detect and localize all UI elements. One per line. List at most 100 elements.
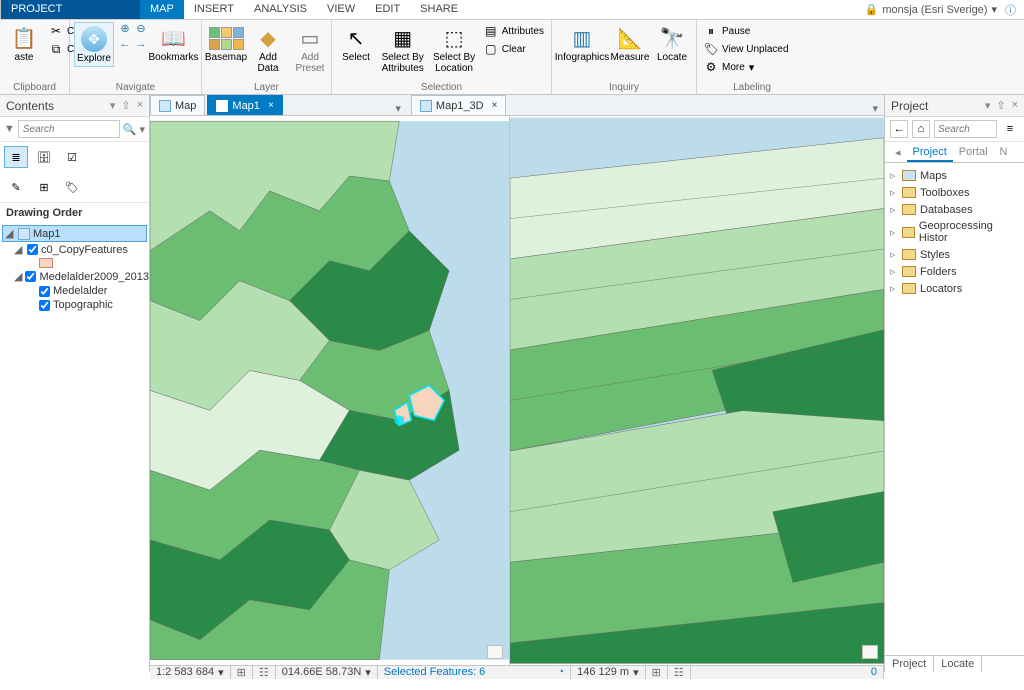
list-by-source-icon[interactable]: 🗄 <box>32 146 56 168</box>
project-search-input[interactable] <box>934 120 997 138</box>
scale-cell[interactable]: 1:2 583 684 ▾ <box>150 666 231 679</box>
tree-sublayer-node[interactable]: Topographic <box>2 298 147 312</box>
collapse-icon[interactable]: ◢ <box>5 227 15 240</box>
chevron-down-icon[interactable]: ▾ <box>139 123 145 136</box>
map-2d-view[interactable] <box>150 116 510 665</box>
tree-layer-node[interactable]: ◢ c0_CopyFeatures <box>2 242 147 257</box>
chevron-down-icon[interactable]: ▾ <box>365 666 371 679</box>
project-item-toolboxes[interactable]: ▹Toolboxes <box>887 184 1022 201</box>
tab-scroll-left[interactable]: ◂ <box>889 144 907 162</box>
snap-button-3d[interactable]: ⊞ <box>646 666 668 679</box>
search-icon[interactable]: 🔍 <box>123 123 137 136</box>
tree-symbol-row[interactable] <box>2 257 147 269</box>
chevron-down-icon[interactable]: ▾ <box>218 666 224 679</box>
bottom-tab-locate[interactable]: Locate <box>934 656 982 672</box>
project-item-locators[interactable]: ▹Locators <box>887 280 1022 297</box>
more-labeling-button[interactable]: ⚙ More ▾ <box>701 58 792 76</box>
view-menu-icon[interactable]: ▾ <box>866 102 884 115</box>
expand-icon[interactable]: ▹ <box>890 186 898 199</box>
project-tab-more[interactable]: N <box>994 144 1014 162</box>
expand-icon[interactable]: ▹ <box>890 169 898 182</box>
collapse-icon[interactable]: ◢ <box>14 270 22 283</box>
select-button[interactable]: ↖ Select <box>336 22 376 65</box>
view-unplaced-button[interactable]: 🏷 View Unplaced <box>701 40 792 58</box>
expand-icon[interactable]: ▹ <box>890 282 898 295</box>
tab-map[interactable]: MAP <box>140 0 184 19</box>
filter-icon[interactable]: ▼ <box>4 123 15 135</box>
tab-view[interactable]: VIEW <box>317 0 365 19</box>
selected-3d-cell[interactable]: 0 <box>691 666 884 679</box>
map-3d-view[interactable] <box>510 116 884 665</box>
layer-visibility-checkbox[interactable] <box>39 300 50 311</box>
view-options-icon[interactable] <box>487 645 503 659</box>
basemap-button[interactable]: Basemap <box>206 22 246 65</box>
close-icon[interactable]: × <box>268 100 274 111</box>
menu-icon[interactable]: ≡ <box>1001 120 1019 138</box>
view-tab-map[interactable]: Map <box>150 95 205 115</box>
list-by-labeling-icon[interactable]: 🏷 <box>60 176 84 198</box>
tree-sublayer-node[interactable]: Medelalder <box>2 284 147 298</box>
tab-share[interactable]: SHARE <box>410 0 468 19</box>
collapse-icon[interactable]: ◢ <box>14 243 24 256</box>
user-menu[interactable]: 🔒 monsja (Esri Sverige) ▾ ⓘ <box>857 0 1024 19</box>
pin-icon[interactable]: ⇧ <box>121 99 130 112</box>
tree-map-node[interactable]: ◢ Map1 <box>2 225 147 242</box>
coords-cell[interactable]: 014.66E 58.73N ▾ <box>276 666 378 679</box>
expand-icon[interactable]: ▹ <box>890 203 898 216</box>
list-by-editing-icon[interactable]: ✎ <box>4 176 28 198</box>
bookmarks-button[interactable]: 📖 Bookmarks <box>150 22 197 65</box>
project-tab-portal[interactable]: Portal <box>953 144 994 162</box>
clear-button[interactable]: ▢ Clear <box>481 40 547 58</box>
view-tab-map1-3d[interactable]: Map1_3D × <box>411 95 507 115</box>
measure-button[interactable]: 📐 Measure <box>610 22 650 65</box>
list-by-snapping-icon[interactable]: ⊞ <box>32 176 56 198</box>
tab-insert[interactable]: INSERT <box>184 0 244 19</box>
next-extent-icon[interactable]: → <box>134 38 148 52</box>
zoom-full-icon[interactable]: ⊕ <box>118 22 132 36</box>
expand-icon[interactable]: ▹ <box>890 248 898 261</box>
project-item-databases[interactable]: ▹Databases <box>887 201 1022 218</box>
locate-button[interactable]: 🔭 Locate <box>652 22 692 65</box>
help-icon[interactable]: ⓘ <box>1005 2 1016 18</box>
scale-3d-cell[interactable]: 146 129 m ▾ <box>571 666 646 679</box>
tree-layer-node[interactable]: ◢ Medelalder2009_2013 <box>2 269 147 284</box>
prev-extent-icon[interactable]: ← <box>118 38 132 52</box>
paste-button[interactable]: 📋 aste <box>4 22 44 65</box>
project-item-folders[interactable]: ▹Folders <box>887 263 1022 280</box>
select-by-loc-button[interactable]: ⬚ Select By Location <box>429 22 478 76</box>
selected-features-cell[interactable]: Selected Features: 6 ◔ <box>378 666 571 679</box>
grid-button-3d[interactable]: ☷ <box>668 666 691 679</box>
pin-icon[interactable]: ⇧ <box>996 99 1005 112</box>
pause-labeling-button[interactable]: ⏸ Pause <box>701 22 792 40</box>
project-item-geoprocessing[interactable]: ▹Geoprocessing Histor <box>887 218 1022 246</box>
list-by-drawing-icon[interactable]: ≣ <box>4 146 28 168</box>
close-icon[interactable]: × <box>492 100 498 111</box>
list-by-selection-icon[interactable]: ☑ <box>60 146 84 168</box>
home-button[interactable]: ⌂ <box>912 120 930 138</box>
infographics-button[interactable]: ▥ Infographics <box>556 22 608 65</box>
expand-icon[interactable]: ▹ <box>890 226 898 239</box>
view-tab-map1[interactable]: Map1 × <box>207 95 282 115</box>
tab-edit[interactable]: EDIT <box>365 0 410 19</box>
project-item-maps[interactable]: ▹Maps <box>887 167 1022 184</box>
chevron-down-icon[interactable]: ▾ <box>633 666 639 679</box>
view-options-icon[interactable] <box>862 645 878 659</box>
back-button[interactable]: ← <box>890 120 908 138</box>
explore-button[interactable]: Explore <box>74 22 114 67</box>
select-by-attr-button[interactable]: ▦ Select By Attributes <box>378 22 427 76</box>
tab-project[interactable]: PROJECT <box>0 0 140 19</box>
contents-search-input[interactable] <box>18 120 120 138</box>
add-data-button[interactable]: ◆ Add Data <box>248 22 288 76</box>
map-canvas-2d[interactable] <box>150 116 509 665</box>
expand-icon[interactable]: ▹ <box>890 265 898 278</box>
layer-visibility-checkbox[interactable] <box>25 271 36 282</box>
zoom-sel-icon[interactable]: ⊖ <box>134 22 148 36</box>
project-item-styles[interactable]: ▹Styles <box>887 246 1022 263</box>
bottom-tab-project[interactable]: Project <box>885 656 934 672</box>
close-icon[interactable]: × <box>137 99 143 112</box>
dropdown-icon[interactable]: ▾ <box>985 99 991 112</box>
attributes-button[interactable]: ▤ Attributes <box>481 22 547 40</box>
grid-button[interactable]: ☷ <box>253 666 276 679</box>
map-canvas-3d[interactable] <box>510 116 884 665</box>
close-icon[interactable]: × <box>1012 99 1018 112</box>
